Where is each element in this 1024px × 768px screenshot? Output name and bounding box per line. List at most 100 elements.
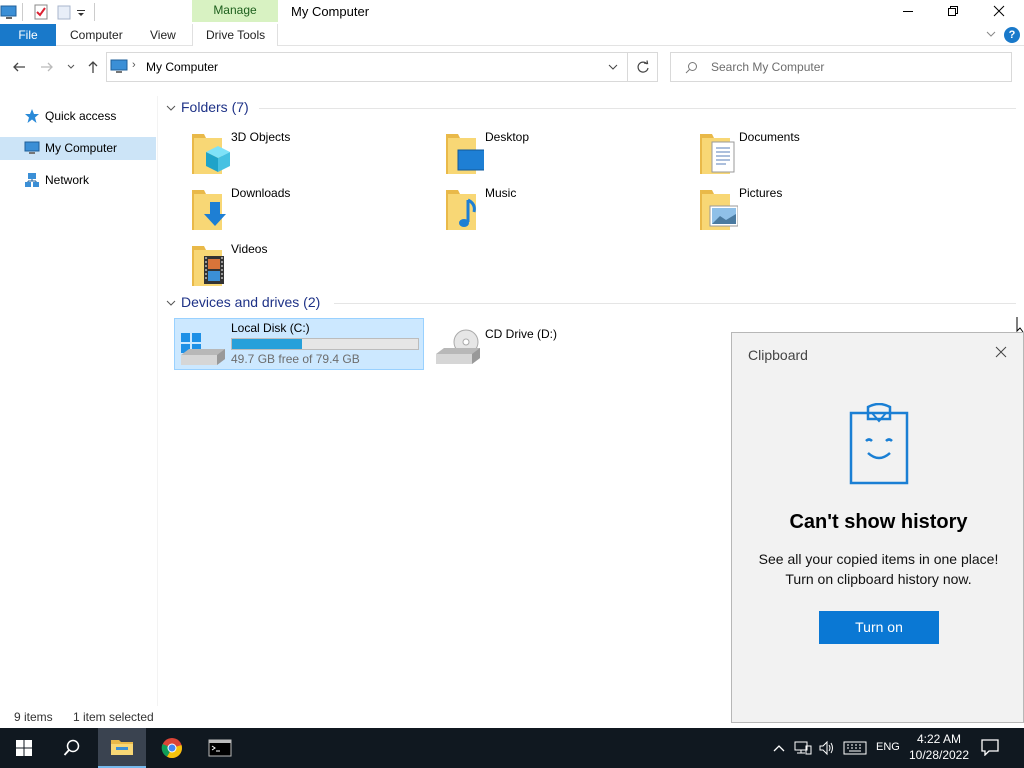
drive-usage-fill — [232, 339, 302, 349]
chevron-up-icon[interactable] — [772, 739, 786, 757]
file-explorer-taskbar-button[interactable] — [98, 728, 146, 768]
sidebar-item-network[interactable]: Network — [0, 169, 156, 192]
folder-tile[interactable]: Documents — [682, 128, 932, 180]
folder-tile[interactable]: Pictures — [682, 184, 932, 236]
drive-name: Local Disk (C:) — [231, 321, 310, 335]
drive-usage-bar — [231, 338, 419, 350]
clock[interactable]: 4:22 AM 10/28/2022 — [904, 731, 974, 763]
folder-name: Desktop — [485, 130, 530, 144]
turn-on-button[interactable]: Turn on — [819, 611, 939, 644]
window-title: My Computer — [291, 4, 370, 19]
tab-drive-tools[interactable]: Drive Tools — [206, 24, 265, 46]
folder-tile[interactable]: Desktop — [428, 128, 678, 180]
terminal-taskbar-button[interactable] — [196, 728, 244, 768]
notification-icon[interactable] — [980, 738, 1002, 758]
group-divider — [259, 108, 1016, 109]
refresh-button[interactable] — [628, 52, 658, 82]
computer-icon — [0, 3, 18, 21]
breadcrumb-separator-icon[interactable]: › — [132, 59, 136, 71]
navigation-pane: Quick access My Computer Network — [0, 96, 156, 706]
sidebar-item-quick-access[interactable]: Quick access — [0, 105, 156, 128]
taskbar: ENG 4:22 AM 10/28/2022 — [0, 728, 1024, 768]
title-bar: Manage My Computer — [0, 0, 1024, 24]
drive-free-space: 49.7 GB free of 79.4 GB — [231, 352, 360, 366]
folder-tile[interactable]: Downloads — [174, 184, 424, 236]
drive-tile-c[interactable]: Local Disk (C:) 49.7 GB free of 79.4 GB — [174, 318, 424, 370]
folder-tile[interactable]: 3D Objects — [174, 128, 424, 180]
address-dropdown-icon[interactable] — [607, 61, 619, 76]
status-item-count: 9 items — [14, 710, 53, 724]
breadcrumb[interactable]: My Computer — [146, 60, 218, 74]
folder-name: Documents — [739, 130, 800, 144]
group-title: Folders (7) — [181, 99, 249, 115]
desktop-folder-icon — [436, 130, 487, 178]
recent-locations-button[interactable] — [62, 56, 80, 78]
new-folder-icon[interactable] — [56, 3, 72, 21]
folder-name: Music — [485, 186, 517, 200]
folder-name: Pictures — [739, 186, 783, 200]
close-button[interactable] — [976, 0, 1022, 22]
tab-file[interactable]: File — [0, 24, 56, 46]
search-icon — [685, 61, 698, 77]
tab-computer[interactable]: Computer — [70, 24, 123, 46]
toolbar-divider — [94, 3, 95, 21]
chevron-down-icon[interactable] — [166, 297, 176, 311]
customize-toolbar-icon[interactable] — [76, 3, 86, 21]
chevron-down-icon[interactable] — [984, 27, 998, 41]
volume-icon[interactable] — [818, 739, 836, 757]
folder-name: Videos — [231, 242, 268, 256]
drive-tile-d[interactable]: CD Drive (D:) — [430, 318, 680, 370]
sidebar-item-label: Network — [45, 173, 90, 187]
pictures-folder-icon — [690, 186, 739, 234]
keyboard-icon[interactable] — [843, 739, 867, 757]
status-selection: 1 item selected — [73, 710, 154, 724]
clock-date: 10/28/2022 — [908, 748, 970, 762]
network-status-icon[interactable] — [794, 739, 812, 757]
cd-drive-icon — [434, 324, 482, 369]
input-language[interactable]: ENG — [876, 741, 900, 753]
minimize-button[interactable] — [885, 0, 931, 22]
close-icon[interactable] — [990, 341, 1012, 363]
documents-folder-icon — [690, 130, 738, 178]
properties-icon[interactable] — [32, 3, 50, 21]
group-header-devices[interactable]: Devices and drives (2) — [166, 293, 1016, 313]
back-button[interactable] — [8, 56, 30, 78]
pane-divider[interactable] — [157, 96, 158, 706]
folder-name: 3D Objects — [231, 130, 291, 144]
clipboard-message: See all your copied items in one place! … — [732, 549, 1024, 589]
sidebar-item-label: Quick access — [45, 109, 117, 123]
computer-icon — [110, 59, 128, 78]
toolbar-divider — [22, 3, 23, 21]
folder-tile[interactable]: Music — [428, 184, 678, 236]
chevron-down-icon[interactable] — [166, 102, 176, 116]
search-input[interactable]: Search My Computer — [670, 52, 1012, 82]
network-icon — [24, 172, 40, 188]
clipboard-illustration-icon — [848, 402, 910, 490]
clipboard-heading: Can't show history — [789, 511, 968, 533]
folder-tile[interactable]: Videos — [174, 240, 424, 292]
search-placeholder: Search My Computer — [711, 60, 825, 74]
local-disk-icon — [179, 327, 227, 370]
clipboard-panel: Clipboard Can't show history See all you… — [731, 332, 1024, 723]
group-header-folders[interactable]: Folders (7) — [166, 98, 1016, 118]
tab-view[interactable]: View — [150, 24, 176, 46]
drive-name: CD Drive (D:) — [485, 327, 557, 341]
star-icon — [24, 108, 40, 124]
up-button[interactable] — [82, 56, 104, 78]
maximize-button[interactable] — [930, 0, 976, 22]
clock-time: 4:22 AM — [916, 732, 962, 746]
help-icon[interactable]: ? — [1004, 27, 1020, 43]
chrome-taskbar-button[interactable] — [148, 728, 196, 768]
group-title: Devices and drives (2) — [181, 294, 321, 310]
address-bar[interactable]: › My Computer — [106, 52, 628, 82]
start-button[interactable] — [0, 728, 48, 768]
videos-folder-icon — [182, 242, 230, 290]
tab-manage[interactable]: Manage — [192, 0, 278, 22]
ribbon-tabs: File Computer View Drive Tools ? — [0, 24, 1024, 46]
group-divider — [334, 303, 1016, 304]
clipboard-message-line: See all your copied items in one place! — [758, 551, 999, 567]
search-button[interactable] — [48, 728, 96, 768]
computer-icon — [24, 140, 40, 156]
sidebar-item-my-computer[interactable]: My Computer — [0, 137, 156, 160]
forward-button[interactable] — [36, 56, 58, 78]
